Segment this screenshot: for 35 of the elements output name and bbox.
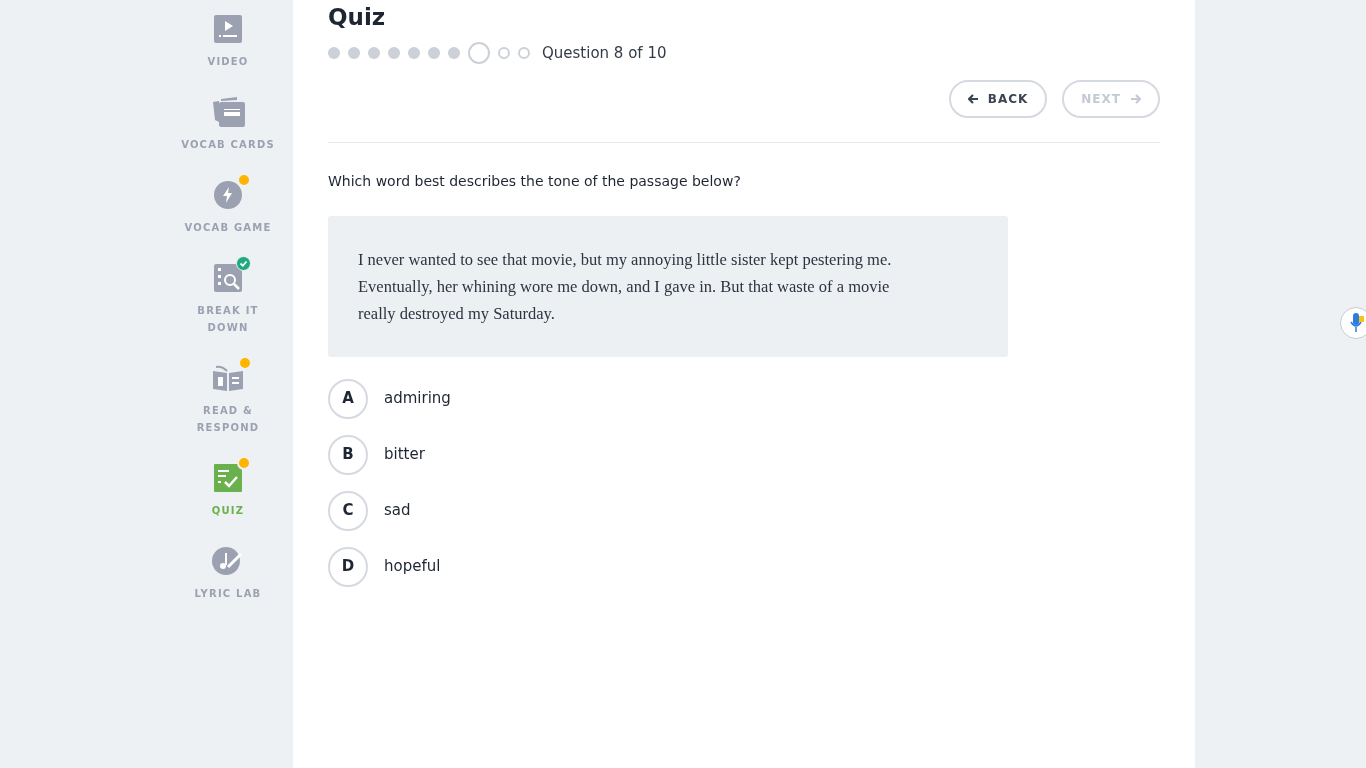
option-text: admiring — [384, 388, 451, 410]
option-text: sad — [384, 500, 411, 522]
microphone-icon — [1350, 312, 1364, 334]
checklist-icon — [213, 463, 243, 493]
arrow-right-icon — [1130, 93, 1141, 104]
microphone-button[interactable] — [1340, 307, 1366, 339]
sidebar-item[interactable]: READ & RESPOND — [165, 354, 291, 454]
cards-icon — [211, 96, 245, 128]
progress-label: Question 8 of 10 — [542, 43, 667, 64]
answer-option[interactable]: B bitter — [328, 434, 1160, 475]
passage-text: I never wanted to see that movie, but my annoying little sister kept pestering me. Eventually, her whining wore me down, and I gave in. But that waste of a movie really destroyed my Saturday. — [358, 248, 893, 325]
sidebar-item[interactable]: VOCAB CARDS — [165, 88, 291, 171]
option-letter: B — [328, 434, 368, 475]
option-letter: D — [328, 546, 368, 587]
sidebar-item[interactable]: BREAK IT DOWN — [165, 254, 291, 354]
option-text: hopeful — [384, 556, 441, 578]
question-text: Which word best describes the tone of the passage below? — [328, 171, 742, 191]
magnifier-icon — [213, 263, 243, 293]
option-letter: C — [328, 490, 368, 531]
video-icon — [213, 14, 243, 44]
answer-option[interactable]: A admiring — [328, 378, 1160, 419]
answer-option[interactable]: C sad — [328, 490, 1160, 531]
answer-option[interactable]: D hopeful — [328, 546, 1160, 587]
sidebar-item[interactable]: VOCAB GAME — [165, 171, 291, 254]
sidebar-item[interactable]: VIDEO — [165, 5, 291, 88]
music-icon — [211, 546, 245, 576]
sidebar-item[interactable]: QUIZ — [165, 454, 291, 537]
lightning-icon — [213, 180, 243, 210]
arrow-left-icon — [967, 93, 979, 104]
quiz-title: Quiz — [328, 3, 387, 32]
book-icon — [212, 363, 244, 393]
sidebar-item[interactable]: LYRIC LAB — [165, 537, 291, 620]
option-text: bitter — [384, 444, 425, 466]
back-button[interactable]: BACK — [948, 79, 1048, 118]
option-letter: A — [328, 378, 368, 419]
